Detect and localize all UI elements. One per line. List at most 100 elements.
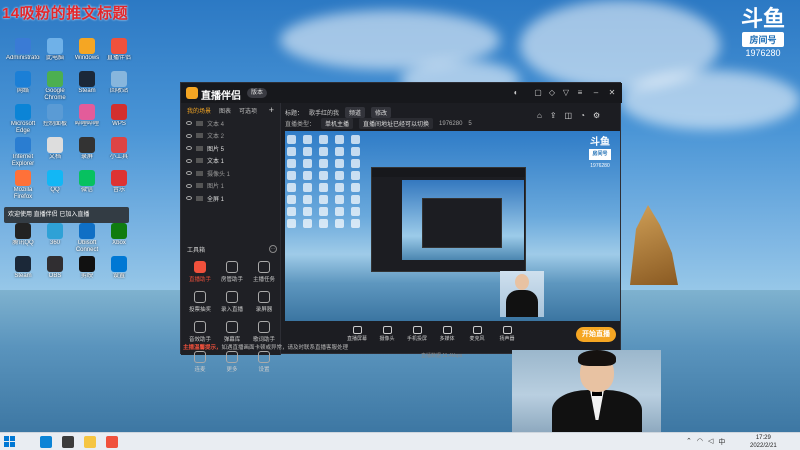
tool-button[interactable]: 歌词助手 [249,321,279,343]
visibility-eye-icon[interactable] [186,121,192,126]
tool-button[interactable]: 投票抽奖 [185,291,215,313]
visibility-eye-icon[interactable] [186,171,192,176]
tool-button[interactable]: 连麦 [185,351,215,373]
explorer-taskbar-icon[interactable] [84,436,96,448]
visibility-eye-icon[interactable] [186,183,192,188]
desktop-icon[interactable]: 网络 [6,71,40,102]
desktop-icon[interactable]: Internet Explorer [6,137,40,168]
close-icon[interactable]: ✕ [607,88,617,98]
desktop-icon[interactable]: Ubisoft Connect [70,223,104,254]
desktop-icon[interactable]: QQ [38,170,72,201]
chrome-taskbar-icon[interactable] [62,436,74,448]
layer-item[interactable]: 图片 1 [181,180,280,193]
desktop-icon[interactable]: 控制面板 [38,104,72,135]
desktop-icon[interactable]: 剪映 [70,256,104,287]
bell-icon[interactable]: ◔ [580,111,585,120]
tool-button[interactable]: 弹幕库 [217,321,247,343]
tray-up-icon[interactable]: ⌃ [686,437,692,447]
desktop-icon[interactable]: Steam [6,256,40,287]
tool-button[interactable]: 直播助手 [185,261,215,283]
desktop-icon[interactable]: 回收站 [102,71,136,102]
tool-button[interactable]: 录入直播 [217,291,247,313]
notification-toast[interactable]: 欢迎使用 直播伴侣 已加入直播 [4,207,129,223]
title-bar[interactable]: 直播伴侣 版本 ◐ ▢ ◇ ▽ ≡ – ✕ [181,83,622,103]
version-badge[interactable]: 版本 [247,88,268,98]
minimize-icon[interactable]: – [591,88,601,98]
add-scene-icon[interactable]: + [269,105,274,115]
desktop-icon[interactable]: 哔哩哔哩 [70,104,104,135]
desktop-icon[interactable]: 录屏 [70,137,104,168]
ime-icon[interactable]: 中 [718,437,725,447]
shirt-icon[interactable]: ▽ [561,88,571,98]
visibility-eye-icon[interactable] [186,133,192,138]
layer-item[interactable]: 文本 2 [181,130,280,143]
layer-item[interactable]: 全屏 1 [181,192,280,205]
desktop-icon[interactable]: Administrator [6,38,40,69]
tab-options[interactable]: 可选项 [239,106,257,115]
desktop-icon[interactable]: Steam [70,71,104,102]
category-chip[interactable]: 频道 [345,107,366,118]
desktop-icon[interactable]: 音乐 [102,170,136,201]
more-tools-icon[interactable]: ⋯ [269,245,277,253]
settings-icon[interactable]: ⚙ [593,111,600,120]
desktop-icon[interactable]: 文档 [38,137,72,168]
desktop-icon[interactable]: 小工具 [102,137,136,168]
tool-button[interactable]: 音效助手 [185,321,215,343]
title-label: 标题： [285,111,304,117]
desktop-icon[interactable]: Xbox [102,223,136,254]
system-clock[interactable]: 17:29 2022/2/21 [750,434,777,450]
lock-icon[interactable]: ⌂ [537,111,542,120]
message-icon[interactable]: ▢ [533,88,543,98]
desktop-icon[interactable]: 360 [38,223,72,254]
desktop-icon[interactable]: 腾讯QQ [6,223,40,254]
share-icon[interactable]: ⇪ [550,111,557,120]
desktop-icon[interactable]: Google Chrome [38,71,72,102]
preview-mini-icon [303,183,312,192]
tab-charts[interactable]: 图表 [219,106,231,115]
layer-item[interactable]: 摄像头 1 [181,167,280,180]
source-button[interactable]: 手机投屏 [405,326,429,342]
room-type-chip[interactable]: 单机主播 [321,118,354,129]
desktop-icon[interactable]: 此电脑 [38,38,72,69]
network-icon[interactable]: ◠ [697,437,703,447]
desktop-icon[interactable]: 直播伴侣 [102,38,136,69]
app-icon [111,71,127,87]
source-button[interactable]: 麦克风 [465,326,489,342]
desktop-icon[interactable]: 设置 [102,256,136,287]
tab-my-scene[interactable]: 我的场景 [187,106,211,115]
source-button[interactable]: 直播屏幕 [345,326,369,342]
visibility-eye-icon[interactable] [186,158,192,163]
tool-button[interactable]: 房管助手 [217,261,247,283]
source-button[interactable]: 多媒体 [435,326,459,342]
layer-item[interactable]: 图片 5 [181,142,280,155]
tool-button[interactable]: 主播任务 [249,261,279,283]
start-live-button[interactable]: 开始直播 [576,327,616,342]
visibility-eye-icon[interactable] [186,146,192,151]
desktop-icon[interactable]: Microsoft Edge [6,104,40,135]
menu-icon[interactable]: ≡ [575,88,585,98]
source-button[interactable]: 扬声器 [495,326,519,342]
gift-icon[interactable]: ◇ [547,88,557,98]
edit-button[interactable]: 修改 [371,107,392,118]
volume-icon[interactable]: ◁ [708,437,713,447]
live-helper-taskbar-icon[interactable] [106,436,118,448]
headset-icon[interactable]: ◐ [511,88,521,98]
preview-mini-icon [335,159,344,168]
source-label: 摄像头 [379,336,395,342]
desktop-icon[interactable]: Windows [70,38,104,69]
tool-button[interactable]: 设置 [249,351,279,373]
layer-item[interactable]: 文本 1 [181,155,280,168]
tool-button[interactable]: 录屏器 [249,291,279,313]
desktop-icon[interactable]: 微信 [70,170,104,201]
source-button[interactable]: 摄像头 [375,326,399,342]
tool-button[interactable]: 更多 [217,351,247,373]
desktop-icon[interactable]: WPS [102,104,136,135]
desktop-icon[interactable]: Mozilla Firefox [6,170,40,201]
start-menu-icon[interactable] [4,436,15,447]
stream-preview[interactable]: 斗鱼 房间号 1976280 [285,131,620,321]
visibility-eye-icon[interactable] [186,196,192,201]
desktop-icon[interactable]: OBS [38,256,72,287]
edge-taskbar-icon[interactable] [40,436,52,448]
layer-item[interactable]: 文本 4 [181,117,280,130]
bag-icon[interactable]: ◫ [565,111,573,120]
